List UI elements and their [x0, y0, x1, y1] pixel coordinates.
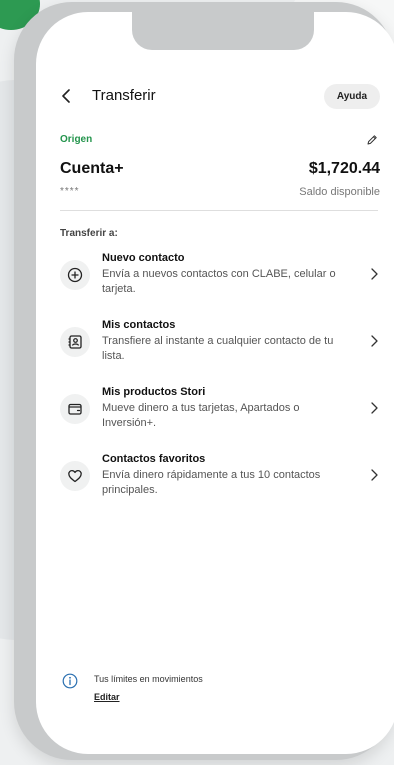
- help-button[interactable]: Ayuda: [324, 84, 380, 109]
- option-mis-productos-stori[interactable]: Mis productos Stori Mueve dinero a tus t…: [60, 386, 378, 444]
- option-description: Envía a nuevos contactos con CLABE, celu…: [102, 268, 336, 295]
- option-title: Contactos favoritos: [102, 453, 206, 465]
- option-icon-circle: [60, 394, 90, 424]
- option-mis-contactos[interactable]: Mis contactos Transfiere al instante a c…: [60, 319, 378, 377]
- option-icon-circle: [60, 327, 90, 357]
- option-description: Mueve dinero a tus tarjetas, Apartados o…: [102, 402, 300, 429]
- phone-screen: Transferir Ayuda Origen Cuenta+ $1,720.4…: [36, 12, 394, 754]
- chevron-right-icon: [371, 402, 378, 414]
- chevron-right-icon: [371, 268, 378, 280]
- divider: [60, 210, 378, 211]
- option-nuevo-contacto[interactable]: Nuevo contacto Envía a nuevos contactos …: [60, 252, 378, 310]
- limits-section: Tus límites en movimientos Editar: [62, 672, 362, 712]
- phone-notch: [132, 12, 314, 50]
- origin-section: Origen: [60, 134, 378, 150]
- option-title: Mis productos Stori: [102, 386, 206, 398]
- account-name: Cuenta+: [60, 160, 124, 177]
- option-description: Envía dinero rápidamente a tus 10 contac…: [102, 469, 321, 496]
- transfer-to-title: Transferir a:: [60, 228, 118, 239]
- option-title: Nuevo contacto: [102, 252, 185, 264]
- option-contactos-favoritos[interactable]: Contactos favoritos Envía dinero rápidam…: [60, 453, 378, 511]
- plus-circle-icon: [67, 267, 83, 283]
- wallet-icon: [68, 403, 82, 415]
- available-balance-label: Saldo disponible: [299, 186, 380, 198]
- origin-label: Origen: [60, 134, 93, 145]
- app-header: Transferir Ayuda: [60, 84, 380, 112]
- chevron-right-icon: [371, 469, 378, 481]
- option-title: Mis contactos: [102, 319, 176, 331]
- page-title: Transferir: [92, 87, 156, 104]
- contacts-book-icon: [68, 335, 82, 349]
- option-icon-circle: [60, 260, 90, 290]
- option-description: Transfiere al instante a cualquier conta…: [102, 335, 334, 362]
- chevron-right-icon: [371, 335, 378, 347]
- masked-account-number: ****: [60, 186, 80, 197]
- account-balance: $1,720.44: [308, 160, 380, 177]
- option-icon-circle: [60, 461, 90, 491]
- heart-icon: [68, 469, 82, 483]
- info-icon: [62, 673, 78, 689]
- limits-text: Tus límites en movimientos: [94, 674, 203, 684]
- pencil-icon[interactable]: [366, 134, 378, 146]
- account-row: Cuenta+ $1,720.44: [60, 160, 380, 186]
- edit-limits-link[interactable]: Editar: [94, 692, 120, 702]
- screenshot-stage: Transferir Ayuda Origen Cuenta+ $1,720.4…: [0, 0, 394, 765]
- account-subrow: **** Saldo disponible: [60, 186, 380, 202]
- chevron-left-icon[interactable]: [60, 89, 74, 103]
- phone-frame: Transferir Ayuda Origen Cuenta+ $1,720.4…: [14, 2, 394, 760]
